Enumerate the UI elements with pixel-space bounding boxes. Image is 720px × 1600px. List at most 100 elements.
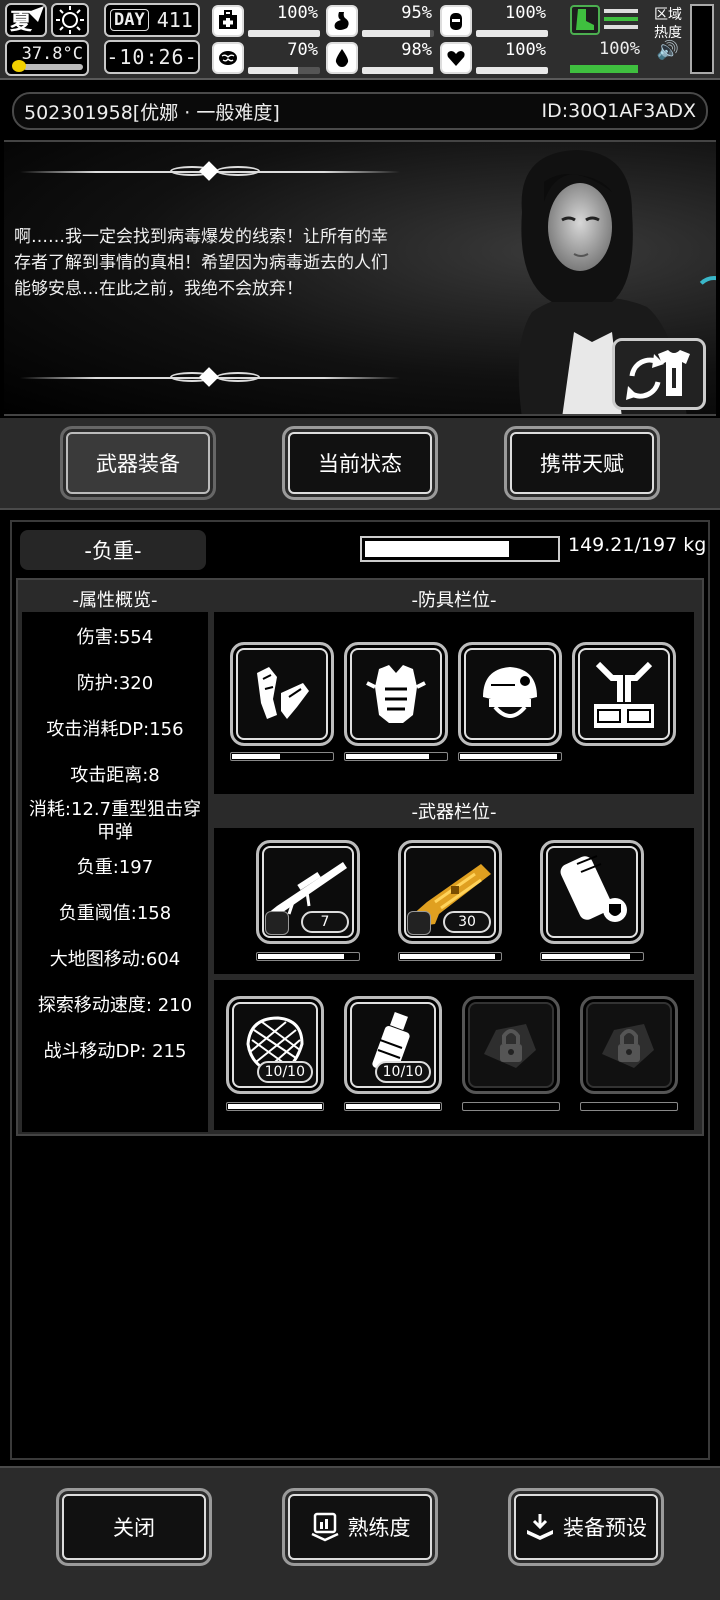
outfit-swap-icon <box>626 350 690 400</box>
wind-icon <box>28 6 44 22</box>
tactical-gloves-icon <box>257 667 309 719</box>
weapon-durability-gold-gun <box>398 952 502 961</box>
canteen-icon <box>440 5 472 37</box>
medkit-icon <box>212 5 244 37</box>
weapon-slot-gold-gun[interactable]: 30 <box>398 840 502 944</box>
sanity-bar <box>248 67 320 74</box>
mood-bar <box>476 67 548 74</box>
ammo-type-icon <box>265 911 289 935</box>
lock-icon <box>484 1024 536 1068</box>
hydration-bar <box>362 67 434 74</box>
attr-ammo-consumption: 消耗:12.7重型狙击穿甲弹 <box>28 799 202 843</box>
preset-download-icon <box>527 1514 553 1540</box>
season-indicator: 夏 <box>5 3 47 37</box>
tab-current-status[interactable]: 当前状态 <box>282 426 438 500</box>
attributes-title: -属性概览- <box>72 590 158 611</box>
zone-heat-label: 区域热度 <box>654 7 682 41</box>
weapon-slot-sniper-rifle[interactable]: 7 <box>256 840 360 944</box>
close-button-label: 关闭 <box>113 1516 155 1540</box>
armor-title: -防具栏位- <box>411 590 497 611</box>
speaker-icon[interactable]: 🔊 <box>650 42 686 60</box>
boot-icon <box>570 5 600 35</box>
sanity-value: 70% <box>287 40 318 60</box>
health-value: 100% <box>277 3 318 23</box>
stamina-stat: 100% <box>568 3 640 75</box>
hunger-bar <box>362 30 434 37</box>
temperature-bar <box>23 64 83 70</box>
item-slot-locked[interactable] <box>580 996 678 1094</box>
attribute-list: 伤害:554 防护:320 攻击消耗DP:156 攻击距离:8 消耗:12.7重… <box>22 612 208 1132</box>
armor-durability-vest <box>344 752 448 761</box>
equipment-preset-button[interactable]: 装备预设 <box>508 1488 664 1566</box>
backpack-frame-icon <box>594 661 654 728</box>
player-name: 502301958[优娜 · 一般难度] <box>24 101 280 124</box>
wardrobe-button[interactable] <box>612 338 706 410</box>
heart-icon <box>440 42 472 74</box>
preset-button-label: 装备预设 <box>563 1516 647 1540</box>
item-count: 10/10 <box>256 1061 313 1083</box>
equipment-content: -属性概览- -防具栏位- 伤害:554 防护:320 攻击消耗DP:156 攻… <box>16 578 704 1136</box>
load-label: -负重- <box>20 530 206 570</box>
health-stat: 100% <box>212 3 324 39</box>
armor-slot-backpack[interactable] <box>572 642 676 746</box>
attr-load-threshold: 负重阈值:158 <box>58 903 172 924</box>
tab-bar: 武器装备 当前状态 携带天赋 <box>0 418 720 510</box>
status-bar: 夏 37.8°C DAY 411 -10:26- 100% 95% 100% 7… <box>0 0 720 80</box>
weapon-slot-shield-case[interactable] <box>540 840 644 944</box>
proficiency-button-label: 熟练度 <box>347 1516 411 1540</box>
day-counter: DAY 411 <box>104 3 200 37</box>
stamina-bar <box>570 65 638 73</box>
item-slot-locked[interactable] <box>462 996 560 1094</box>
thirst-value: 100% <box>505 3 546 23</box>
item-durability-locked <box>580 1102 678 1111</box>
player-header: 502301958[优娜 · 一般难度] ID:30Q1AF3ADX <box>12 92 708 130</box>
day-value: 411 <box>156 8 193 32</box>
attr-protection: 防护:320 <box>76 673 154 694</box>
hunger-value: 95% <box>401 3 432 23</box>
mood-value: 100% <box>505 40 546 60</box>
armor-slot-vest[interactable] <box>344 642 448 746</box>
weapon-durability-shield-case <box>540 952 644 961</box>
weapon-durability-sniper <box>256 952 360 961</box>
weapons-title: -武器栏位- <box>411 802 497 823</box>
proficiency-button[interactable]: 熟练度 <box>282 1488 438 1566</box>
combat-helmet-icon <box>483 667 537 718</box>
hunger-stat: 95% <box>326 3 438 39</box>
armor-slot-helmet[interactable] <box>458 642 562 746</box>
hydration-value: 98% <box>401 40 432 60</box>
weapon-ammo-count: 7 <box>301 911 349 933</box>
thirst-stat: 100% <box>440 3 552 39</box>
shield-case-icon <box>560 855 627 922</box>
day-tag: DAY <box>110 9 149 31</box>
attr-combat-move-dp: 战斗移动DP: 215 <box>43 1041 187 1062</box>
mood-stat: 100% <box>440 40 552 76</box>
zone-heat[interactable]: 区域热度 🔊 <box>650 6 686 60</box>
item-slot-net[interactable]: 10/10 <box>226 996 324 1094</box>
item-durability-grenade <box>344 1102 442 1111</box>
attr-world-map-move: 大地图移动:604 <box>49 949 181 970</box>
item-durability-locked <box>462 1102 560 1111</box>
zone-heat-meter <box>690 4 714 74</box>
attr-load: 负重:197 <box>76 857 154 878</box>
thermometer-icon <box>12 60 26 72</box>
tactical-vest-icon <box>366 665 426 723</box>
weapon-ammo-count: 30 <box>443 911 491 933</box>
tab-weapons-equipment[interactable]: 武器装备 <box>60 426 216 500</box>
character-dialog: 啊……我一定会找到病毒爆发的线索！让所有的幸存者了解到事情的真相！希望因为病毒逝… <box>4 140 716 416</box>
dialog-text: 啊……我一定会找到病毒爆发的线索！让所有的幸存者了解到事情的真相！希望因为病毒逝… <box>14 227 388 299</box>
close-button[interactable]: 关闭 <box>56 1488 212 1566</box>
proficiency-icon <box>310 1512 339 1542</box>
top-ornament <box>20 161 400 181</box>
stamina-stripes <box>604 9 638 33</box>
weather-sun-icon <box>51 3 89 37</box>
armor-slots <box>214 612 694 794</box>
water-drop-icon <box>326 42 358 74</box>
load-bar <box>360 536 560 562</box>
temperature-display: 37.8°C <box>5 40 89 76</box>
bottom-bar: 关闭 熟练度 装备预设 <box>0 1466 720 1600</box>
tab-carried-talents[interactable]: 携带天赋 <box>504 426 660 500</box>
thirst-bar <box>476 30 548 37</box>
armor-slot-gloves[interactable] <box>230 642 334 746</box>
player-id: ID:30Q1AF3ADX <box>541 100 696 122</box>
item-slot-grenade[interactable]: 10/10 <box>344 996 442 1094</box>
